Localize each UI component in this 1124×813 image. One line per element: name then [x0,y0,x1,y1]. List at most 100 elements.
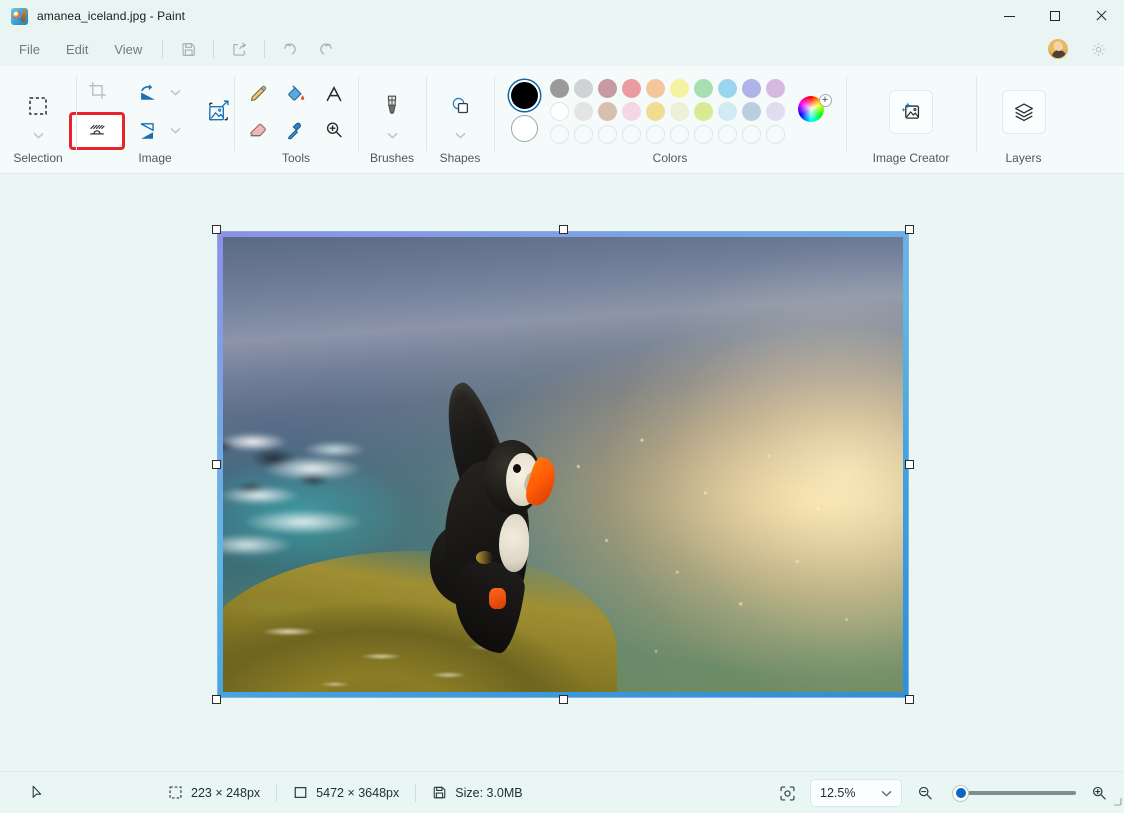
file-size-value: Size: 3.0MB [455,786,522,800]
color-swatch-empty-0[interactable] [550,125,569,144]
secondary-color-swatch[interactable] [511,115,538,142]
resize-handle-top-right[interactable] [905,225,914,234]
color-swatch-row1-2[interactable] [598,79,617,98]
undo-icon[interactable] [272,35,308,63]
resize-handle-bottom-center[interactable] [559,695,568,704]
selection-chevron-down-icon[interactable] [30,131,46,141]
window-controls [986,0,1124,32]
color-swatch-row1-5[interactable] [670,79,689,98]
fit-to-window-icon[interactable] [774,780,800,806]
resize-handle-bottom-right[interactable] [905,695,914,704]
selection-border[interactable] [218,232,908,697]
image-rotate-column [129,76,183,148]
color-swatch-empty-3[interactable] [622,125,641,144]
title-bar: amanea_iceland.jpg - Paint [0,0,1124,32]
fill-bucket-icon[interactable] [277,77,315,111]
menu-file[interactable]: File [6,37,53,62]
selection-size-icon [168,785,183,800]
color-swatch-row1-7[interactable] [718,79,737,98]
color-swatch-row1-9[interactable] [766,79,785,98]
add-color-plus-icon: + [819,94,832,107]
color-swatch-row2-1[interactable] [574,102,593,121]
color-wheel-add-icon[interactable]: + [798,96,830,128]
color-swatch-empty-2[interactable] [598,125,617,144]
color-swatch-row2-0[interactable] [550,102,569,121]
color-swatch-empty-7[interactable] [718,125,737,144]
minimize-button[interactable] [986,0,1032,32]
crop-icon[interactable] [78,74,116,108]
color-swatch-empty-5[interactable] [670,125,689,144]
color-swatch-row2-5[interactable] [670,102,689,121]
close-button[interactable] [1078,0,1124,32]
maximize-button[interactable] [1032,0,1078,32]
user-avatar-icon[interactable] [1040,35,1076,63]
color-swatch-row2-9[interactable] [766,102,785,121]
zoom-out-icon[interactable] [912,780,938,806]
color-swatch-row2-7[interactable] [718,102,737,121]
photo-puffin [400,387,590,651]
remove-background-highlight[interactable] [69,112,125,150]
puffin-foot [489,588,506,609]
color-swatch-row2-2[interactable] [598,102,617,121]
eraser-icon[interactable] [239,113,277,147]
color-swatch-row2-3[interactable] [622,102,641,121]
color-swatch-row2-4[interactable] [646,102,665,121]
colors-wrap: + [501,77,840,146]
window-resize-grip[interactable] [1110,793,1122,811]
zoom-slider[interactable] [948,780,1076,806]
pencil-icon[interactable] [239,77,277,111]
magnifier-icon[interactable] [315,113,353,147]
color-swatch-row2-8[interactable] [742,102,761,121]
color-swatch-row2-6[interactable] [694,102,713,121]
eyedropper-icon[interactable] [277,113,315,147]
brushes-chevron-down-icon[interactable] [384,131,400,141]
redo-icon[interactable] [308,35,344,63]
color-swatch-empty-1[interactable] [574,125,593,144]
flip-row [129,114,183,148]
ribbon-toolbar: Selection [0,66,1124,174]
image-crop-column [69,74,125,150]
menu-view[interactable]: View [101,37,155,62]
color-swatch-row1-4[interactable] [646,79,665,98]
color-swatch-empty-8[interactable] [742,125,761,144]
rotate-icon[interactable] [129,76,167,110]
resize-handle-top-left[interactable] [212,225,221,234]
canvas-area[interactable] [0,174,1124,771]
flip-chevron-down-icon[interactable] [167,126,183,136]
rotate-chevron-down-icon[interactable] [167,88,183,98]
puffin-on-cliff-photo[interactable] [223,237,903,692]
color-swatch-empty-9[interactable] [766,125,785,144]
color-swatch-row1-3[interactable] [622,79,641,98]
image-size: 5472 × 3648px [277,780,415,806]
color-swatch-empty-6[interactable] [694,125,713,144]
resize-handle-middle-right[interactable] [905,460,914,469]
menu-edit[interactable]: Edit [53,37,101,62]
color-swatch-row1-8[interactable] [742,79,761,98]
color-swatch-row1-6[interactable] [694,79,713,98]
flip-icon[interactable] [129,114,167,148]
resize-handle-bottom-left[interactable] [212,695,221,704]
rectangle-selection-icon[interactable] [15,83,61,129]
zoom-in-icon[interactable] [1086,780,1112,806]
zoom-slider-thumb[interactable] [952,785,969,802]
brush-icon[interactable] [369,83,415,129]
layers-stack-icon[interactable] [1002,90,1046,134]
image-creator-sparkle-icon[interactable] [889,90,933,134]
shapes-chevron-down-icon[interactable] [452,131,468,141]
color-swatch-row1-1[interactable] [574,79,593,98]
resize-handle-top-center[interactable] [559,225,568,234]
share-icon[interactable] [221,35,257,63]
primary-color-swatch[interactable] [511,82,538,109]
color-swatch-row1-0[interactable] [550,79,569,98]
paint-palette-icon [11,8,28,25]
text-icon[interactable] [315,77,353,111]
tools-grid [239,76,353,148]
shapes-icon[interactable] [437,83,483,129]
zoom-level-select[interactable]: 12.5% [810,779,902,807]
cursor-arrow-icon [14,785,60,800]
file-size-icon [432,785,447,800]
color-swatch-empty-4[interactable] [646,125,665,144]
resize-handle-middle-left[interactable] [212,460,221,469]
gear-icon[interactable] [1080,35,1116,63]
save-icon[interactable] [170,35,206,63]
